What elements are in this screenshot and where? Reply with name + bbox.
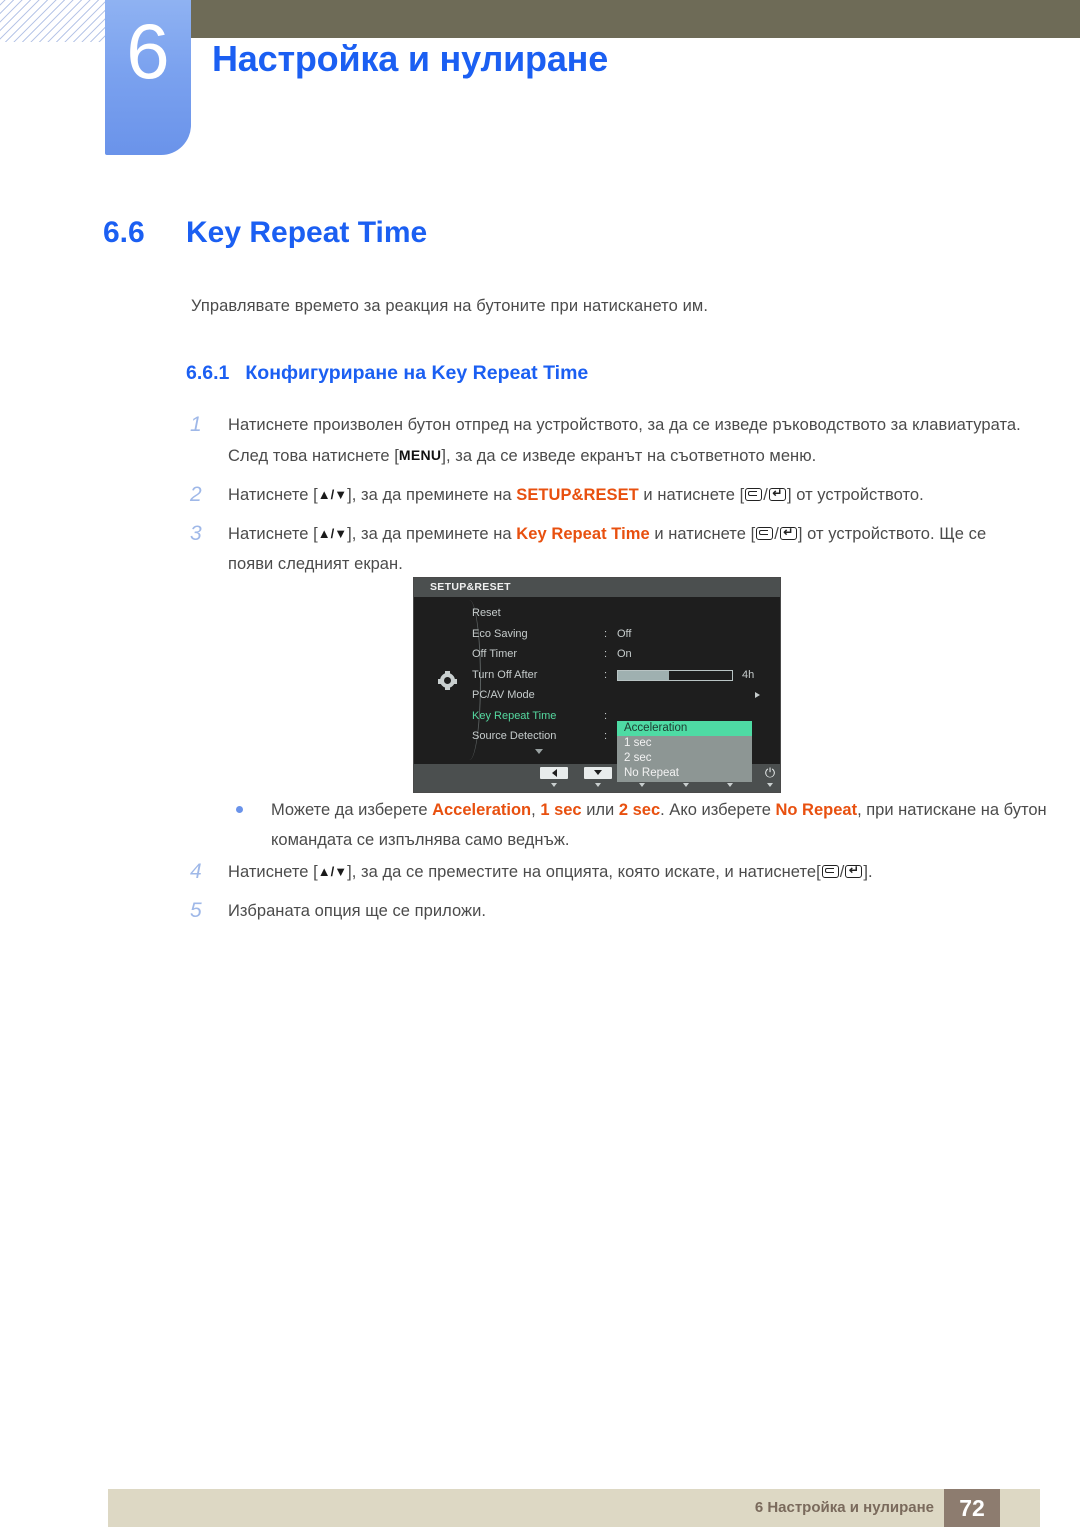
source-key-icon — [821, 865, 839, 878]
osd-slider-fill — [618, 670, 670, 680]
page-title: Key Repeat Time — [186, 216, 428, 249]
button-pointer-triangle-icon — [595, 783, 601, 787]
note-text: Можете да изберете Acceleration, 1 sec и… — [271, 801, 1047, 849]
procedure-steps-list: 1 Натиснете произволен бутон отпред на ус… — [186, 410, 1026, 588]
subsection-title: Конфигуриране на Key Repeat Time — [245, 362, 589, 384]
osd-menu-row[interactable]: Reset — [472, 603, 772, 624]
subsection-number: 6.6.1 — [186, 362, 230, 384]
procedure-step: 1 Натиснете произволен бутон отпред на ус… — [186, 410, 1026, 471]
button-pointer-triangle-icon — [727, 783, 733, 787]
osd-row-colon: : — [604, 648, 608, 660]
highlighted-term: Key Repeat Time — [516, 525, 650, 543]
osd-dropdown-option[interactable]: 1 sec — [617, 736, 752, 751]
procedure-step: 2 Натиснете [▲/▼], за да преминете на SET… — [186, 480, 1026, 510]
osd-menu-screenshot: SETUP&RESET Reset Eco Saving: Off Off Timer… — [414, 578, 780, 792]
osd-row-value: On — [617, 648, 632, 660]
osd-row-label: Source Detection — [472, 730, 557, 742]
osd-body: Reset Eco Saving: Off Off Timer: On Turn Off … — [414, 597, 780, 782]
triangle-down-icon — [594, 770, 602, 775]
osd-slider-value: 4h — [742, 668, 755, 681]
power-icon: ⏻ — [764, 765, 776, 780]
step-number: 4 — [190, 860, 202, 883]
osd-button-cap — [540, 767, 568, 779]
osd-scroll-down-indicator — [535, 749, 543, 754]
left-arrow-button[interactable] — [539, 767, 569, 787]
footer-bar: 6 Настройка и нулиране 72 — [108, 1489, 1040, 1527]
page-number: 72 — [944, 1489, 1000, 1527]
osd-menu-row[interactable]: Eco Saving: Off — [472, 624, 772, 645]
updown-arrow-keys-icon: ▲/▼ — [317, 526, 348, 541]
menu-key-label: MENU — [398, 447, 442, 463]
enter-key-icon — [845, 865, 863, 878]
osd-title: SETUP&RESET — [414, 578, 780, 597]
procedure-steps-list-continued: 4 Натиснете [▲/▼], за да се преместите на… — [186, 857, 1026, 935]
footer-chapter-label: 6 Настройка и нулиране — [754, 1499, 934, 1516]
procedure-step: 3 Натиснете [▲/▼], за да преминете на Key… — [186, 519, 1026, 579]
chapter-tab: 6 — [105, 0, 191, 155]
osd-row-colon: : — [604, 668, 608, 681]
highlighted-term: SETUP&RESET — [516, 486, 639, 504]
section-intro-text: Управлявате времето за реакция на бутони… — [191, 297, 709, 315]
osd-row-colon: : — [604, 730, 608, 742]
step-number: 5 — [190, 899, 202, 922]
osd-button-cap — [584, 767, 612, 779]
osd-dropdown-list[interactable]: Acceleration 1 sec 2 sec No Repeat — [617, 721, 752, 782]
highlighted-term: Acceleration — [432, 801, 532, 819]
button-pointer-triangle-icon — [767, 783, 773, 787]
step-text: Натиснете [▲/▼], за да преминете на SETU… — [228, 486, 924, 504]
enter-key-icon — [768, 488, 786, 501]
osd-menu-row[interactable]: Turn Off After: 4h — [472, 665, 772, 686]
procedure-step: 4 Натиснете [▲/▼], за да се преместите на… — [186, 857, 1026, 887]
osd-row-value: Off — [617, 627, 632, 640]
osd-row-label: Reset — [472, 607, 501, 619]
chevron-right-icon — [755, 692, 760, 698]
button-pointer-triangle-icon — [551, 783, 557, 787]
source-key-icon — [756, 527, 774, 540]
power-button[interactable]: ⏻ — [755, 765, 780, 787]
triangle-left-icon — [551, 769, 557, 777]
step-number: 3 — [190, 522, 202, 545]
button-pointer-triangle-icon — [683, 783, 689, 787]
osd-row-label: Off Timer — [472, 648, 518, 660]
osd-slider[interactable] — [617, 669, 733, 681]
step-text: Избраната опция ще се приложи. — [228, 902, 487, 920]
highlighted-term: No Repeat — [775, 801, 858, 819]
step-text: Натиснете произволен бутон отпред на уст… — [228, 416, 1021, 465]
step-number: 1 — [190, 413, 202, 436]
note-bullet-item: Можете да изберете Acceleration, 1 sec и… — [232, 795, 1061, 855]
chapter-title: Настройка и нулиране — [212, 38, 609, 79]
chapter-number: 6 — [126, 7, 170, 95]
osd-dropdown-option[interactable]: No Repeat — [617, 766, 752, 781]
highlighted-term: 1 sec — [540, 801, 582, 819]
header-bar — [184, 0, 1080, 38]
osd-menu-row[interactable]: Off Timer: On — [472, 644, 772, 665]
down-arrow-button[interactable] — [583, 767, 613, 787]
osd-row-label: Eco Saving — [472, 627, 528, 640]
bullet-dot-icon — [236, 806, 243, 813]
osd-menu-row[interactable]: PC/AV Mode — [472, 685, 772, 706]
button-pointer-triangle-icon — [639, 783, 645, 787]
osd-dropdown-option[interactable]: Acceleration — [617, 721, 752, 736]
gear-icon — [438, 671, 457, 690]
osd-row-label: Key Repeat Time — [472, 709, 557, 722]
highlighted-term: 2 sec — [618, 801, 661, 819]
corner-hatch-decoration — [0, 0, 108, 42]
source-key-icon — [745, 488, 763, 501]
osd-dropdown-option[interactable]: 2 sec — [617, 751, 752, 766]
updown-arrow-keys-icon: ▲/▼ — [317, 864, 348, 879]
procedure-step: 5 Избраната опция ще се приложи. — [186, 896, 1026, 926]
osd-row-label: Turn Off After — [472, 668, 538, 681]
step-text: Натиснете [▲/▼], за да се преместите на … — [228, 863, 873, 881]
enter-key-icon — [779, 527, 797, 540]
subsection-heading: 6.6.1 Конфигуриране на Key Repeat Time — [186, 362, 588, 385]
updown-arrow-keys-icon: ▲/▼ — [317, 487, 348, 502]
osd-row-label: PC/AV Mode — [472, 689, 535, 701]
osd-row-colon: : — [604, 627, 608, 640]
section-number: 6.6 — [103, 216, 145, 249]
step-number: 2 — [190, 483, 202, 506]
step-text: Натиснете [▲/▼], за да преминете на Key … — [228, 525, 986, 573]
osd-row-colon: : — [604, 709, 608, 722]
